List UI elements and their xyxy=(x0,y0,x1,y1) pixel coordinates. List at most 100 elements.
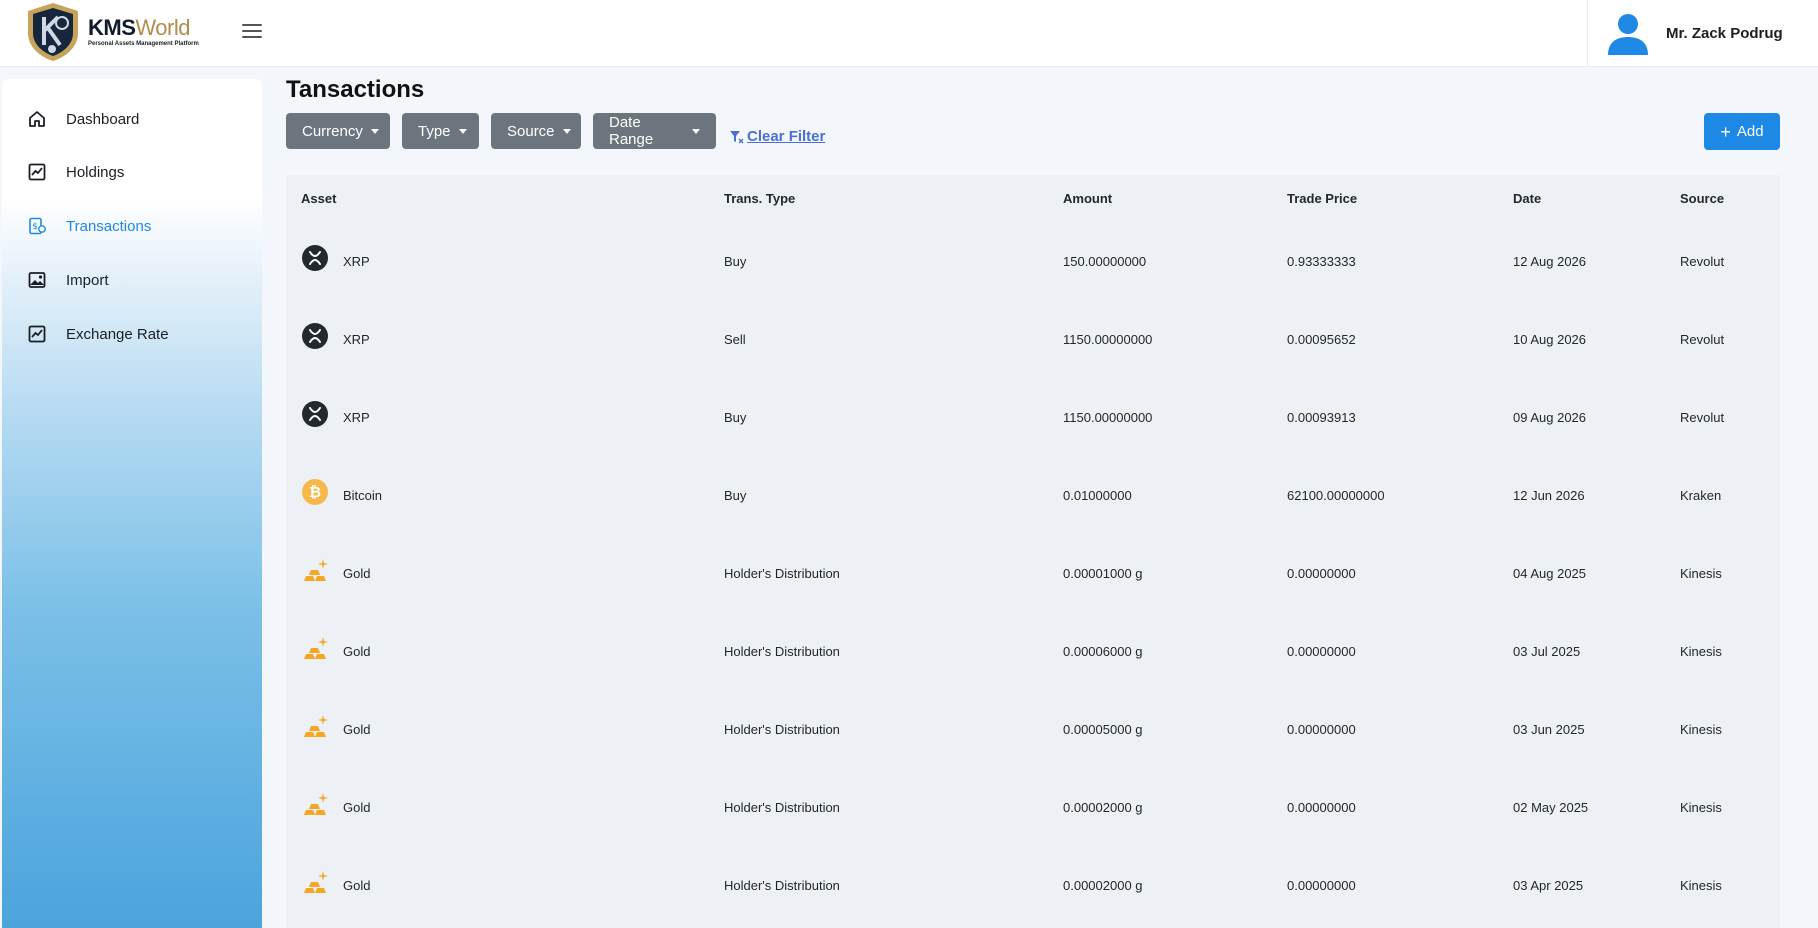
caret-down-icon xyxy=(562,128,571,134)
sidebar-item-import[interactable]: Import xyxy=(2,260,262,300)
table-row[interactable]: Gold Holder's Distribution 0.00002000 g 0.0… xyxy=(286,770,1780,848)
shield-logo-icon xyxy=(28,3,78,61)
table-row[interactable]: ₿ Bitcoin Buy 0.01000000 62100.00000000 12 J… xyxy=(286,458,1780,536)
source-filter-dropdown[interactable]: Source xyxy=(491,113,581,149)
column-header-trans-type[interactable]: Trans. Type xyxy=(724,191,795,206)
cell-date: 10 Aug 2026 xyxy=(1513,332,1587,347)
sidebar-item-dashboard[interactable]: Dashboard xyxy=(2,99,262,139)
sidebar-item-exchange-rate[interactable]: Exchange Rate xyxy=(2,314,262,354)
cell-trans-type: Buy xyxy=(724,410,747,425)
xrp-icon xyxy=(302,323,328,349)
date-range-filter-dropdown[interactable]: Date Range xyxy=(593,113,716,149)
cell-trade-price: 0.00000000 xyxy=(1287,566,1356,581)
table-row[interactable]: XRP Buy 1150.00000000 0.00093913 09 Aug 2026… xyxy=(286,380,1780,458)
cell-trade-price: 0.00000000 xyxy=(1287,800,1356,815)
caret-down-icon xyxy=(458,128,467,134)
cell-source: Revolut xyxy=(1680,332,1725,347)
cell-date: 09 Aug 2026 xyxy=(1513,410,1587,425)
sidebar-item-holdings[interactable]: Holdings xyxy=(2,152,262,192)
chart-line-icon xyxy=(28,325,46,343)
user-avatar-icon xyxy=(1608,14,1648,55)
cell-amount: 0.00001000 g xyxy=(1063,566,1143,581)
cell-trade-price: 0.00000000 xyxy=(1287,644,1356,659)
cell-date: 02 May 2025 xyxy=(1513,800,1589,815)
gold-bars-icon xyxy=(302,557,328,583)
cell-asset: Gold xyxy=(343,644,371,659)
type-filter-dropdown[interactable]: Type xyxy=(402,113,479,149)
cell-trade-price: 62100.00000000 xyxy=(1287,488,1385,503)
cell-amount: 1150.00000000 xyxy=(1063,410,1153,425)
brand-logo[interactable]: KMSWorld Personal Assets Management Plat… xyxy=(24,0,199,64)
clear-filter-label: Clear Filter xyxy=(747,128,826,145)
cell-asset: Gold xyxy=(343,722,371,737)
brand-main: KMS xyxy=(88,15,136,40)
add-button-label: Add xyxy=(1736,123,1764,140)
column-header-amount[interactable]: Amount xyxy=(1063,191,1112,206)
clear-filter-link[interactable]: Clear Filter xyxy=(729,128,825,145)
brand-text: KMSWorld Personal Assets Management Plat… xyxy=(88,15,199,48)
table-row[interactable]: Gold Holder's Distribution 0.00002000 g 0.0… xyxy=(286,848,1780,926)
gold-bars-icon xyxy=(302,713,328,739)
cell-trade-price: 0.00000000 xyxy=(1287,722,1356,737)
cell-trans-type: Holder's Distribution xyxy=(724,644,840,659)
cell-date: 03 Apr 2025 xyxy=(1513,878,1584,893)
cell-trans-type: Buy xyxy=(724,254,747,269)
cell-date: 04 Aug 2025 xyxy=(1513,566,1587,581)
cell-trans-type: Buy xyxy=(724,488,747,503)
table-row[interactable]: XRP Sell 1150.00000000 0.00095652 10 Aug 202… xyxy=(286,302,1780,380)
table-row[interactable]: Gold Holder's Distribution 0.00005000 g 0.0… xyxy=(286,692,1780,770)
cell-date: 12 Jun 2026 xyxy=(1513,488,1585,503)
cell-trans-type: Holder's Distribution xyxy=(724,878,840,893)
table-row[interactable]: XRP Buy 150.00000000 0.93333333 12 Aug 2026 R… xyxy=(286,224,1780,302)
table-row[interactable]: Gold Holder's Distribution 0.00001000 g 0.0… xyxy=(286,536,1780,614)
column-header-trade-price[interactable]: Trade Price xyxy=(1287,191,1357,206)
filter-clear-icon xyxy=(730,130,744,143)
cell-date: 03 Jul 2025 xyxy=(1513,644,1581,659)
menu-toggle-icon[interactable] xyxy=(242,24,262,38)
cell-source: Kinesis xyxy=(1680,800,1722,815)
column-header-source[interactable]: Source xyxy=(1680,191,1724,206)
caret-down-icon xyxy=(692,128,700,134)
gold-bars-icon xyxy=(302,869,328,895)
user-menu[interactable]: Mr. Zack Podrug xyxy=(1587,0,1818,66)
cell-amount: 0.00006000 g xyxy=(1063,644,1143,659)
xrp-icon xyxy=(302,245,328,271)
sidebar-item-transactions[interactable]: $ Transactions xyxy=(2,206,262,246)
cell-trade-price: 0.00093913 xyxy=(1287,410,1356,425)
column-header-date[interactable]: Date xyxy=(1513,191,1541,206)
cell-trade-price: 0.00000000 xyxy=(1287,878,1356,893)
add-transaction-button[interactable]: + Add xyxy=(1704,113,1780,150)
source-filter-label: Source xyxy=(507,122,555,140)
sidebar-item-label: Dashboard xyxy=(66,110,140,128)
sidebar-item-label: Holdings xyxy=(66,163,125,181)
cell-asset: Gold xyxy=(343,800,371,815)
cell-source: Kraken xyxy=(1680,488,1722,503)
transactions-icon: $ xyxy=(29,217,46,235)
cell-asset: XRP xyxy=(343,254,370,269)
cell-asset: Gold xyxy=(343,566,371,581)
cell-amount: 0.01000000 xyxy=(1063,488,1132,503)
cell-trade-price: 0.00095652 xyxy=(1287,332,1356,347)
bitcoin-icon: ₿ xyxy=(302,479,328,505)
cell-asset: Gold xyxy=(343,878,371,893)
home-icon xyxy=(29,111,45,127)
cell-asset: XRP xyxy=(343,410,370,425)
type-filter-label: Type xyxy=(418,122,451,140)
cell-amount: 150.00000000 xyxy=(1063,254,1147,269)
cell-date: 03 Jun 2025 xyxy=(1513,722,1585,737)
table-row[interactable]: Gold Holder's Distribution 0.00006000 g 0.0… xyxy=(286,614,1780,692)
currency-filter-dropdown[interactable]: Currency xyxy=(286,113,390,149)
sidebar-item-label: Import xyxy=(66,271,109,289)
plus-icon: + xyxy=(1720,121,1731,142)
cell-amount: 0.00002000 g xyxy=(1063,800,1143,815)
cell-trans-type: Holder's Distribution xyxy=(724,722,840,737)
cell-amount: 0.00005000 g xyxy=(1063,722,1143,737)
top-header: KMSWorld Personal Assets Management Plat… xyxy=(0,0,1818,67)
column-header-asset[interactable]: Asset xyxy=(301,191,336,206)
cell-source: Revolut xyxy=(1680,254,1725,269)
cell-asset: Bitcoin xyxy=(343,488,383,503)
cell-trans-type: Sell xyxy=(724,332,746,347)
page-title: Tansactions xyxy=(286,76,425,103)
cell-source: Revolut xyxy=(1680,410,1725,425)
brand-subtitle: Personal Assets Management Platform xyxy=(88,41,199,47)
